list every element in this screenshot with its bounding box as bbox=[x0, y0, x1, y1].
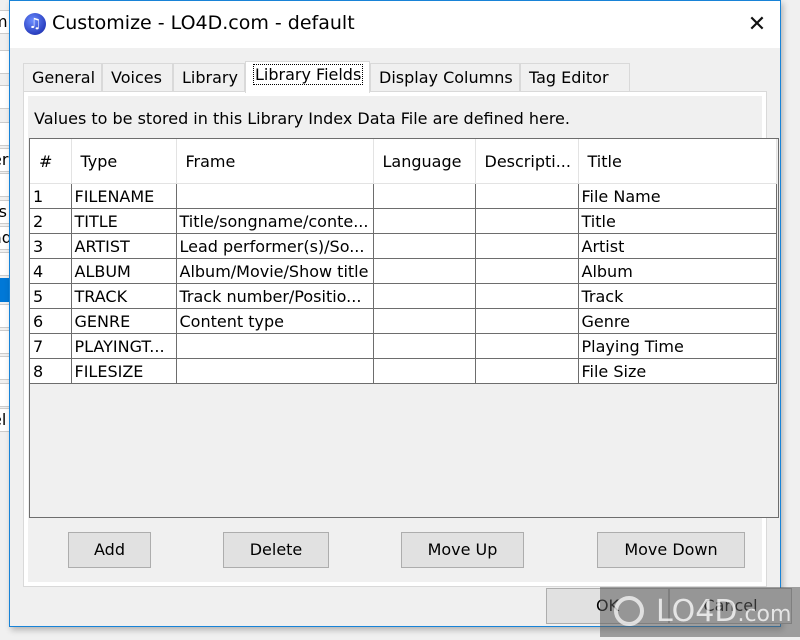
tab-label: Display Columns bbox=[379, 68, 513, 87]
cell-number[interactable]: 8 bbox=[30, 358, 72, 384]
cell-title[interactable]: Track bbox=[577, 283, 777, 309]
tab-label: Library Fields bbox=[252, 64, 364, 85]
cell-language[interactable] bbox=[372, 308, 476, 334]
cell-title[interactable]: File Name bbox=[577, 183, 777, 209]
table-row[interactable]: 2 TITLE Title/songname/conte... Title bbox=[30, 208, 777, 234]
library-fields-table: # Type Frame Language Descripti... Title… bbox=[29, 138, 779, 518]
music-note-icon: ♫ bbox=[24, 13, 46, 35]
table-row[interactable]: 3 ARTIST Lead performer(s)/So... Artist bbox=[30, 233, 777, 259]
cell-title[interactable]: Playing Time bbox=[577, 333, 777, 359]
cell-description[interactable] bbox=[474, 233, 579, 259]
column-header-language[interactable]: Language bbox=[373, 139, 476, 184]
tab-tag-editor[interactable]: Tag Editor bbox=[520, 63, 630, 91]
table-header-row: # Type Frame Language Descripti... Title bbox=[30, 139, 777, 184]
cell-frame[interactable]: Title/songname/conte... bbox=[175, 208, 374, 234]
cell-type[interactable]: FILENAME bbox=[70, 183, 177, 209]
cell-title[interactable]: Title bbox=[577, 208, 777, 234]
cell-number[interactable]: 5 bbox=[30, 283, 72, 309]
cell-number[interactable]: 6 bbox=[30, 308, 72, 334]
cell-description[interactable] bbox=[474, 358, 579, 384]
cell-description[interactable] bbox=[474, 208, 579, 234]
library-fields-panel: Values to be stored in this Library Inde… bbox=[23, 91, 779, 587]
cell-title[interactable]: File Size bbox=[577, 358, 777, 384]
cell-number[interactable]: 1 bbox=[30, 183, 72, 209]
customize-dialog: ♫ Customize - LO4D.com - default ✕ Gener… bbox=[9, 0, 792, 627]
move-up-button[interactable]: Move Up bbox=[401, 532, 524, 568]
cell-frame[interactable]: Lead performer(s)/So... bbox=[175, 233, 374, 259]
cell-language[interactable] bbox=[372, 258, 476, 284]
cell-type[interactable]: PLAYINGT... bbox=[70, 333, 177, 359]
cell-description[interactable] bbox=[474, 333, 579, 359]
table-row[interactable]: 1 FILENAME File Name bbox=[30, 183, 777, 209]
tab-label: Tag Editor bbox=[529, 68, 609, 87]
cell-language[interactable] bbox=[372, 333, 476, 359]
tab-library[interactable]: Library bbox=[173, 63, 245, 91]
cell-frame[interactable]: Track number/Positio... bbox=[175, 283, 374, 309]
cell-language[interactable] bbox=[372, 233, 476, 259]
column-header-frame[interactable]: Frame bbox=[176, 139, 374, 184]
ok-button[interactable]: OK bbox=[546, 588, 669, 624]
cell-number[interactable]: 3 bbox=[30, 233, 72, 259]
cell-frame[interactable]: Content type bbox=[175, 308, 374, 334]
cell-number[interactable]: 2 bbox=[30, 208, 72, 234]
tab-label: Voices bbox=[111, 68, 162, 87]
table-row[interactable]: 4 ALBUM Album/Movie/Show title Album bbox=[30, 258, 777, 284]
column-header-title[interactable]: Title bbox=[578, 139, 777, 184]
cell-frame[interactable] bbox=[175, 358, 374, 384]
cell-type[interactable]: ALBUM bbox=[70, 258, 177, 284]
cell-type[interactable]: FILESIZE bbox=[70, 358, 177, 384]
tab-library-fields[interactable]: Library Fields bbox=[245, 61, 370, 93]
cancel-button[interactable]: Cancel bbox=[669, 588, 792, 624]
cell-type[interactable]: TRACK bbox=[70, 283, 177, 309]
cell-number[interactable]: 4 bbox=[30, 258, 72, 284]
cell-language[interactable] bbox=[372, 358, 476, 384]
table-row[interactable]: 5 TRACK Track number/Positio... Track bbox=[30, 283, 777, 309]
table-row[interactable]: 6 GENRE Content type Genre bbox=[30, 308, 777, 334]
cell-type[interactable]: GENRE bbox=[70, 308, 177, 334]
tab-label: Library bbox=[182, 68, 238, 87]
cell-title[interactable]: Artist bbox=[577, 233, 777, 259]
column-header-description[interactable]: Descripti... bbox=[475, 139, 579, 184]
cell-frame[interactable]: Album/Movie/Show title bbox=[175, 258, 374, 284]
delete-button[interactable]: Delete bbox=[223, 532, 329, 568]
cell-type[interactable]: TITLE bbox=[70, 208, 177, 234]
cell-language[interactable] bbox=[372, 283, 476, 309]
title-bar[interactable]: ♫ Customize - LO4D.com - default ✕ bbox=[10, 1, 780, 48]
cell-title[interactable]: Genre bbox=[577, 308, 777, 334]
cell-description[interactable] bbox=[474, 258, 579, 284]
panel-description: Values to be stored in this Library Inde… bbox=[34, 109, 570, 128]
add-button[interactable]: Add bbox=[68, 532, 151, 568]
move-down-button[interactable]: Move Down bbox=[597, 532, 745, 568]
cell-title[interactable]: Album bbox=[577, 258, 777, 284]
dialog-title: Customize - LO4D.com - default bbox=[52, 12, 355, 34]
tab-voices[interactable]: Voices bbox=[102, 63, 173, 91]
cell-description[interactable] bbox=[474, 283, 579, 309]
table-row[interactable]: 8 FILESIZE File Size bbox=[30, 358, 777, 384]
tab-general[interactable]: General bbox=[23, 63, 102, 91]
close-button[interactable]: ✕ bbox=[734, 1, 780, 48]
tab-display-columns[interactable]: Display Columns bbox=[370, 63, 520, 91]
column-header-number[interactable]: # bbox=[30, 139, 72, 184]
tab-label: General bbox=[32, 68, 96, 87]
column-header-type[interactable]: Type bbox=[71, 139, 177, 184]
cell-language[interactable] bbox=[372, 208, 476, 234]
cell-description[interactable] bbox=[474, 308, 579, 334]
cell-frame[interactable] bbox=[175, 333, 374, 359]
cell-frame[interactable] bbox=[175, 183, 374, 209]
cell-language[interactable] bbox=[372, 183, 476, 209]
table-row[interactable]: 7 PLAYINGT... Playing Time bbox=[30, 333, 777, 359]
cell-number[interactable]: 7 bbox=[30, 333, 72, 359]
cell-description[interactable] bbox=[474, 183, 579, 209]
cell-type[interactable]: ARTIST bbox=[70, 233, 177, 259]
